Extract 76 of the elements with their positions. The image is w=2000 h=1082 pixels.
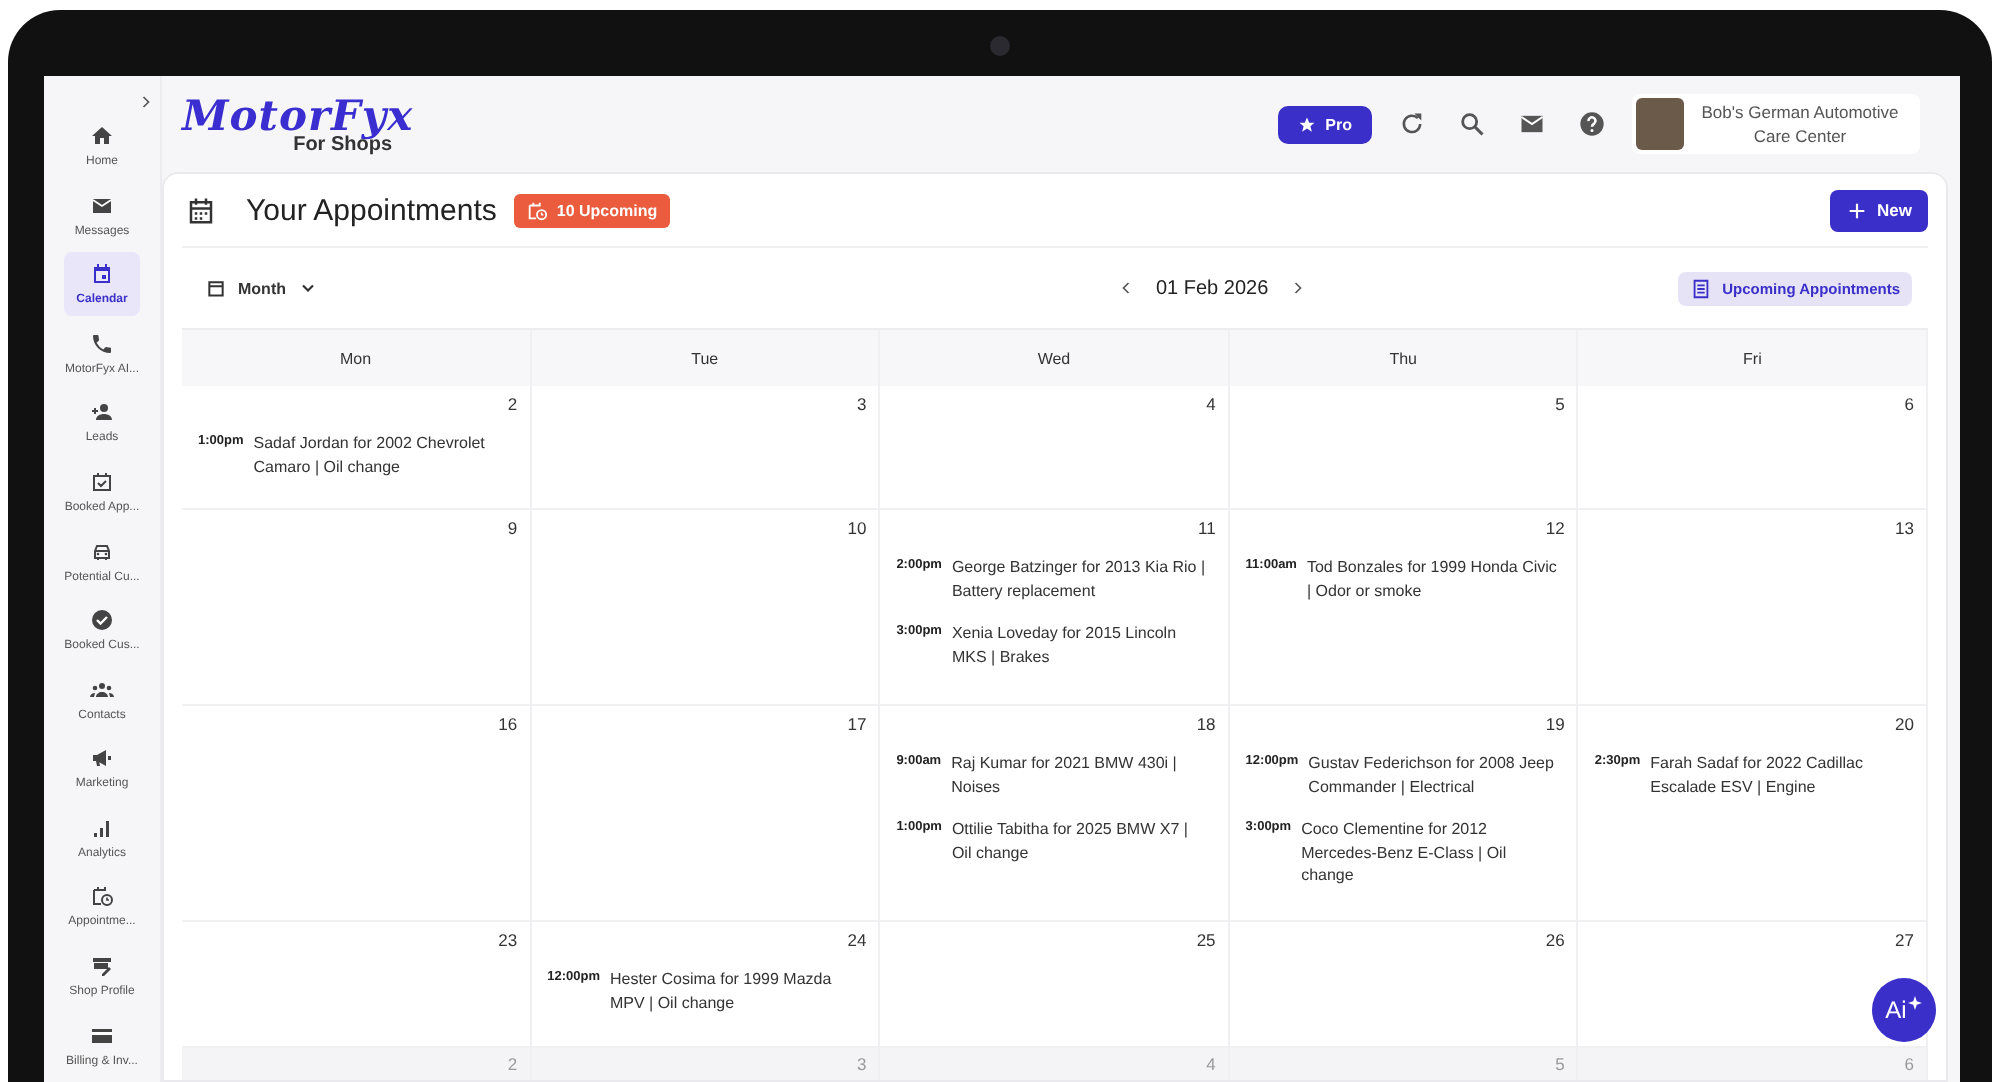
check-circle-icon bbox=[90, 608, 114, 633]
pro-button[interactable]: Pro bbox=[1277, 105, 1372, 143]
current-date: 01 Feb 2026 bbox=[1155, 277, 1269, 299]
day-number: 9 bbox=[507, 518, 518, 538]
day-number: 3 bbox=[856, 394, 867, 414]
day-number: 25 bbox=[1196, 930, 1216, 950]
envelope-icon bbox=[90, 193, 114, 218]
weekday-header: Fri bbox=[1578, 330, 1928, 386]
brand-subtitle: For Shops bbox=[293, 135, 393, 155]
appointment-event[interactable]: Ottilie Tabitha for 2025 BMW X7 | Oil change bbox=[951, 818, 1208, 864]
brand-logo: MotorFyx bbox=[182, 93, 414, 135]
day-number: 24 bbox=[847, 930, 867, 950]
weekday-header: Wed bbox=[880, 330, 1230, 386]
list-icon bbox=[1690, 277, 1713, 299]
credit-card-icon bbox=[90, 1023, 114, 1048]
day-number: 3 bbox=[856, 1054, 867, 1074]
day-number: 5 bbox=[1555, 394, 1565, 414]
weekday-header: Tue bbox=[531, 330, 881, 386]
shop-name: Bob's German Automotive Care Center bbox=[1699, 100, 1901, 148]
day-number: 2 bbox=[507, 1054, 518, 1074]
day-number: 12 bbox=[1545, 518, 1565, 538]
home-icon bbox=[90, 124, 114, 149]
megaphone-icon bbox=[90, 746, 114, 771]
calendar-clock-icon bbox=[90, 884, 114, 909]
day-number: 27 bbox=[1895, 930, 1914, 950]
new-button[interactable]: New bbox=[1829, 189, 1928, 231]
day-number: 6 bbox=[1904, 1054, 1914, 1074]
calendar-check-icon bbox=[90, 469, 114, 494]
appointment-event[interactable]: Raj Kumar for 2021 BMW 430i | Noises bbox=[951, 752, 1208, 798]
appointment-event[interactable]: George Batzinger for 2013 Kia Rio | Battery replacement bbox=[951, 556, 1208, 602]
day-number: 18 bbox=[1196, 714, 1216, 734]
upcoming-badge: 10 Upcoming bbox=[514, 193, 670, 227]
shop-logo-placeholder bbox=[1636, 98, 1684, 150]
day-number: 26 bbox=[1545, 930, 1565, 950]
day-number: 20 bbox=[1895, 714, 1914, 734]
appointment-event[interactable]: Gustav Federichson for 2008 Jeep Commander | Electrical bbox=[1308, 752, 1565, 798]
add-person-icon bbox=[90, 400, 114, 425]
appointment-event[interactable]: Sadaf Jordan for 2002 Chevrolet Camaro | Oil change bbox=[253, 432, 510, 478]
plus-icon bbox=[1845, 199, 1868, 221]
day-number: 19 bbox=[1545, 714, 1565, 734]
sparkle-icon bbox=[1908, 995, 1923, 1009]
day-number: 2 bbox=[507, 394, 518, 414]
day-number: 23 bbox=[498, 930, 518, 950]
weekday-header: Thu bbox=[1229, 330, 1579, 386]
shop-card[interactable]: Bob's German Automotive Care Center bbox=[1632, 94, 1920, 154]
appointment-event[interactable]: Coco Clementine for 2012 Mercedes-Benz E-Class | Oil change bbox=[1301, 818, 1558, 887]
search-icon bbox=[1458, 110, 1486, 138]
help-icon bbox=[1578, 110, 1606, 138]
calendar-icon bbox=[90, 262, 114, 287]
group-icon bbox=[90, 677, 114, 702]
day-number: 4 bbox=[1206, 394, 1216, 414]
appointment-event[interactable]: Tod Bonzales for 1999 Honda Civic | Odor or smoke bbox=[1306, 556, 1563, 602]
page-title: Your Appointments bbox=[246, 193, 497, 227]
day-number: 10 bbox=[847, 518, 867, 538]
day-number: 6 bbox=[1904, 394, 1914, 414]
phone-icon bbox=[90, 331, 114, 356]
appointment-event[interactable]: Farah Sadaf for 2022 Cadillac Escalade ESV | Engine bbox=[1650, 752, 1907, 798]
day-number: 13 bbox=[1895, 518, 1914, 538]
car-icon bbox=[90, 539, 114, 563]
camera-icon bbox=[990, 36, 1010, 56]
star-icon bbox=[1297, 115, 1316, 133]
day-number: 17 bbox=[847, 714, 867, 734]
day-number: 16 bbox=[498, 714, 518, 734]
day-number: 11 bbox=[1197, 518, 1216, 538]
view-dropdown[interactable]: Month bbox=[206, 278, 526, 298]
appointment-event[interactable]: Hester Cosima for 1999 Mazda MPV | Oil change bbox=[609, 968, 866, 1014]
calendar-clock-icon bbox=[526, 199, 549, 221]
bar-chart-icon bbox=[90, 815, 114, 840]
weekday-header: Mon bbox=[182, 330, 532, 386]
envelope-icon bbox=[1518, 110, 1546, 138]
day-number: 5 bbox=[1555, 1054, 1565, 1074]
refresh-icon bbox=[1398, 110, 1426, 138]
appointment-event[interactable]: Xenia Loveday for 2015 Lincoln MKS | Brakes bbox=[951, 622, 1208, 668]
day-number: 4 bbox=[1206, 1054, 1216, 1074]
calendar-icon bbox=[186, 195, 216, 225]
calendar-icon bbox=[206, 278, 226, 298]
